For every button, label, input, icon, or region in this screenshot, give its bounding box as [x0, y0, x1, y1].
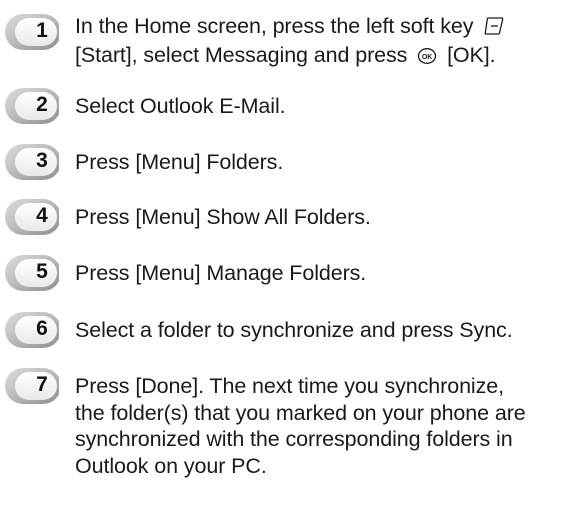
step-7: 7 Press [Done]. The next time you synchr… [0, 366, 582, 502]
step-3: 3 Press [Menu] Folders. [0, 142, 582, 186]
step-number-badge: 3 [3, 142, 59, 182]
step-1: 1 In the Home screen, press the left sof… [0, 10, 582, 67]
step-number: 6 [36, 317, 48, 340]
step-number: 1 [36, 19, 48, 42]
step-number-badge: 5 [3, 253, 59, 293]
step-text: Press [Menu] Manage Folders. [75, 261, 367, 285]
step-text-line: [OK]. [447, 43, 496, 67]
soft-key-icon [483, 16, 505, 42]
step-number: 3 [36, 149, 48, 172]
step-number-badge: 4 [3, 197, 59, 237]
step-number: 4 [36, 204, 48, 227]
ok-key-icon: OK [417, 45, 437, 71]
step-text: Select Outlook E-Mail. [75, 94, 286, 118]
step-6: 6 Select a folder to synchronize and pre… [0, 310, 582, 354]
step-text-line: [Start], select Messaging and press [75, 43, 408, 67]
step-number: 2 [36, 93, 48, 116]
step-number-badge: 1 [3, 12, 59, 52]
step-number-badge: 6 [3, 310, 59, 350]
step-text: Press [Menu] Show All Folders. [75, 205, 371, 229]
step-text: Select a folder to synchronize and press… [75, 318, 513, 342]
step-number-badge: 2 [3, 86, 59, 126]
step-number: 7 [36, 373, 48, 396]
step-2: 2 Select Outlook E-Mail. [0, 86, 582, 130]
step-number: 5 [36, 260, 48, 283]
step-text-line: synchronized with the corresponding fold… [75, 427, 513, 451]
step-text-line: the folder(s) that you marked on your ph… [75, 400, 526, 425]
step-5: 5 Press [Menu] Manage Folders. [0, 253, 582, 297]
step-text: Press [Done]. The next time you synchron… [75, 373, 575, 479]
step-number-badge: 7 [3, 366, 59, 406]
step-text-line: Outlook on your PC. [75, 453, 267, 478]
step-text: In the Home screen, press the left soft … [75, 13, 575, 71]
step-text-line: In the Home screen, press the left soft … [75, 14, 474, 38]
step-text: Press [Menu] Folders. [75, 150, 284, 174]
svg-text:OK: OK [422, 54, 432, 61]
step-4: 4 Press [Menu] Show All Folders. [0, 197, 582, 241]
step-text-line: Press [Done]. The next time you synchron… [75, 374, 504, 398]
